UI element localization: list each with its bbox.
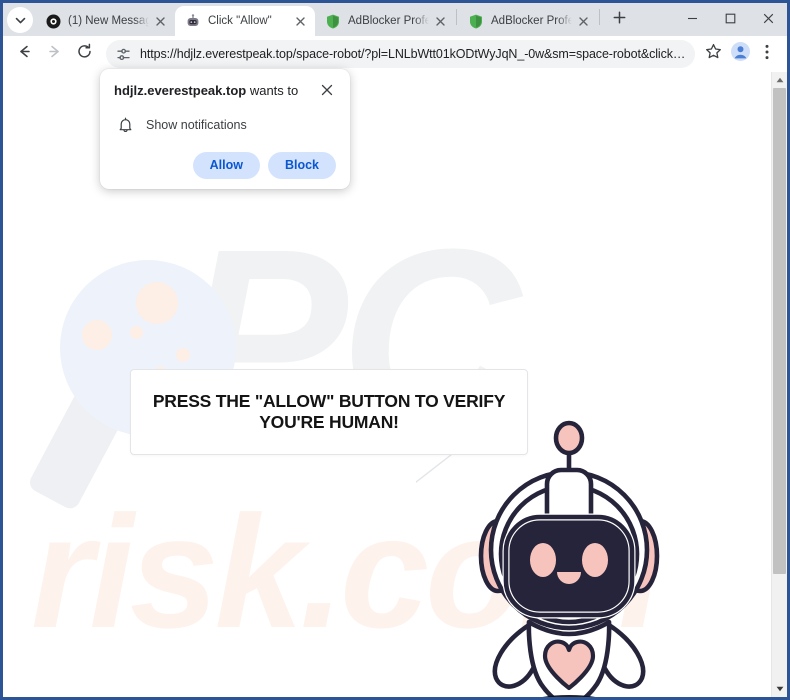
browser-window: (1) New Message! Click "Allow" [0,0,790,700]
back-arrow-icon [16,43,33,65]
robot-favicon [185,13,201,29]
tab-close-button[interactable] [574,12,592,30]
tab-close-button[interactable] [151,12,169,30]
tab-close-button[interactable] [431,12,449,30]
permission-header: hdjlz.everestpeak.top wants to [114,83,336,101]
tab-new-message[interactable]: (1) New Message! [35,6,175,36]
chevron-down-icon [15,15,26,26]
browser-menu-button[interactable] [754,41,780,67]
permission-actions: Allow Block [114,152,336,179]
browser-toolbar: https://hdjlz.everestpeak.top/space-robo… [3,36,787,72]
address-bar[interactable]: https://hdjlz.everestpeak.top/space-robo… [106,40,695,68]
block-button[interactable]: Block [267,152,336,179]
new-tab-button[interactable] [605,6,633,34]
tab-adblocker-2[interactable]: AdBlocker Professional [458,6,598,36]
tab-close-button[interactable] [291,12,309,30]
permission-title-suffix: wants to [246,83,299,98]
permission-label: Show notifications [146,118,247,132]
window-controls [673,3,787,36]
dark-circle-favicon [45,13,61,29]
tab-title: (1) New Message! [68,15,149,27]
three-dot-menu-icon [765,44,769,65]
tune-icon[interactable] [114,45,132,63]
tab-search-button[interactable] [7,7,33,33]
profile-avatar-icon [730,42,750,66]
back-button[interactable] [10,40,38,68]
profile-button[interactable] [727,41,753,67]
green-shield-favicon [468,13,484,29]
bookmark-button[interactable] [700,41,726,67]
url-text: https://hdjlz.everestpeak.top/space-robo… [140,47,689,61]
green-shield-favicon [325,13,341,29]
tab-separator [599,8,600,25]
window-maximize-button[interactable] [711,3,749,34]
scrollbar-track[interactable] [772,88,787,681]
tab-title: Click "Allow" [208,15,272,27]
tab-strip: (1) New Message! Click "Allow" [3,3,787,36]
tab-adblocker-1[interactable]: AdBlocker Professional [315,6,455,36]
allow-button[interactable]: Allow [192,152,260,179]
tab-title: AdBlocker Professional [491,15,572,27]
bell-icon [116,116,134,134]
space-robot-mascot [469,420,669,697]
tab-separator [456,8,457,25]
permission-close-button[interactable] [318,83,336,101]
forward-button[interactable] [40,40,68,68]
reload-icon [76,43,93,65]
notification-permission-popup: hdjlz.everestpeak.top wants to Show noti… [100,69,350,189]
scroll-up-arrow-icon[interactable] [772,72,787,88]
reload-button[interactable] [70,40,98,68]
scrollbar-thumb[interactable] [773,88,786,575]
window-minimize-button[interactable] [673,3,711,34]
forward-arrow-icon [46,43,63,65]
speech-bubble-text: PRESS THE "ALLOW" BUTTON TO VERIFY YOU'R… [152,390,506,432]
close-icon [321,83,333,101]
permission-title: hdjlz.everestpeak.top wants to [114,83,318,100]
window-close-button[interactable] [749,3,787,34]
permission-item-notifications: Show notifications [114,116,336,134]
plus-icon [613,11,626,29]
tab-click-allow[interactable]: Click "Allow" [175,6,315,36]
page-scrollbar[interactable] [771,72,787,697]
permission-origin: hdjlz.everestpeak.top [114,83,247,98]
tab-title: AdBlocker Professional [348,15,429,27]
scroll-down-arrow-icon[interactable] [772,681,787,697]
star-icon [705,43,722,65]
speech-bubble-tail [415,454,451,482]
